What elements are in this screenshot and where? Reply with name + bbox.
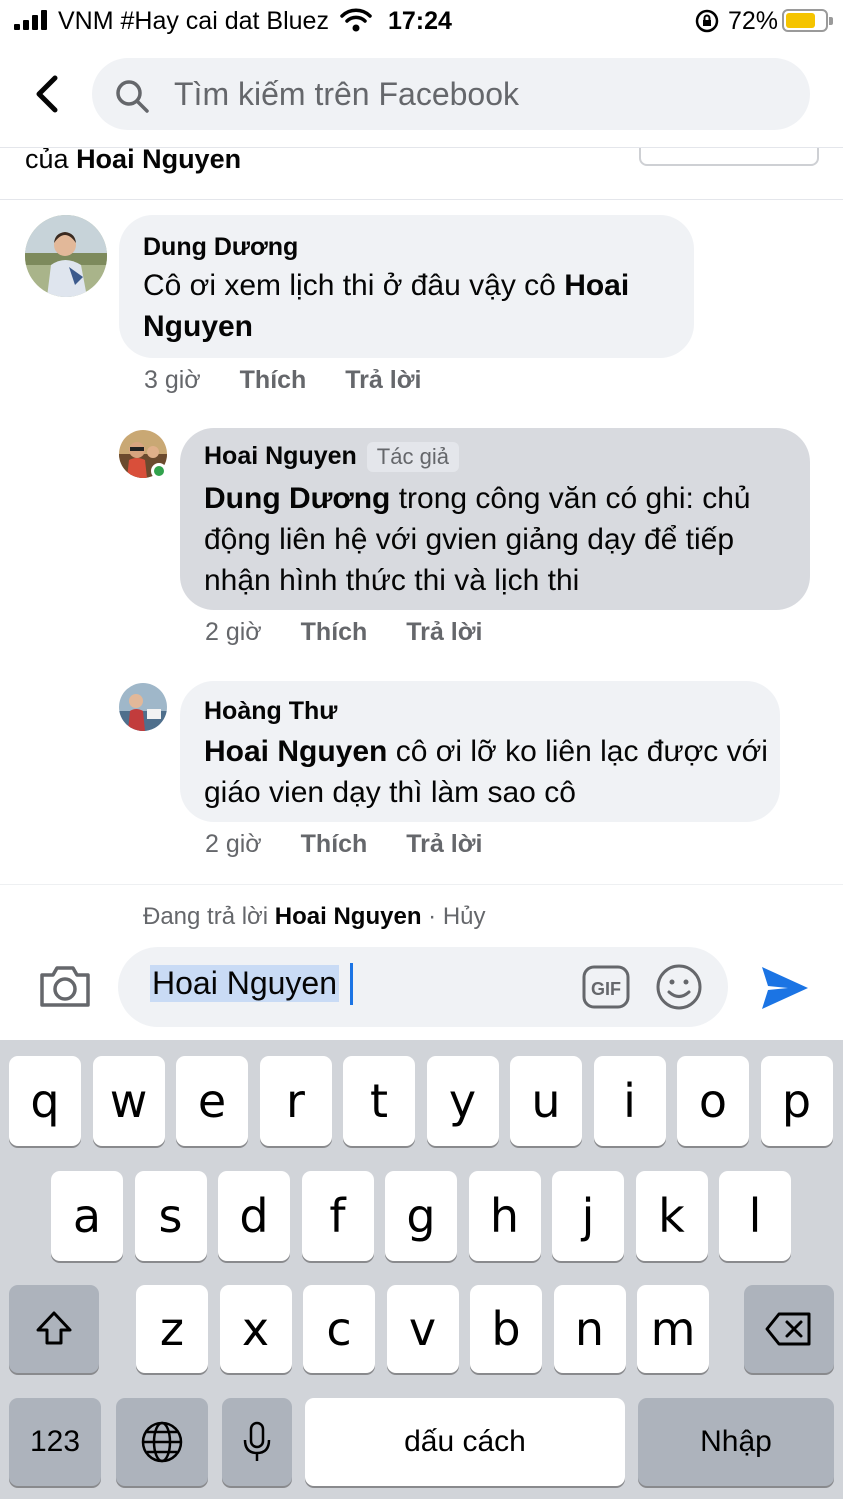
cancel-reply-button[interactable]: Hủy — [443, 903, 486, 930]
key-x[interactable]: x — [219, 1285, 292, 1373]
key-e[interactable]: e — [176, 1056, 248, 1146]
back-arrow-icon[interactable] — [28, 72, 68, 116]
key-z[interactable]: z — [136, 1285, 208, 1373]
comment-actions: 3 giờ Thích Trả lời — [144, 366, 453, 395]
delete-key[interactable] — [744, 1285, 834, 1373]
post-owner-name[interactable]: Hoai Nguyen — [76, 148, 241, 174]
comment-bubble[interactable]: Hoai Nguyen Tác giả Dung Dương trong công… — [180, 428, 810, 610]
key-r[interactable]: r — [259, 1056, 332, 1146]
replying-to-name: Hoai Nguyen — [274, 903, 422, 930]
globe-key[interactable] — [116, 1398, 208, 1486]
comment-time: 2 giờ — [205, 830, 262, 858]
comment-author[interactable]: Dung Dương — [143, 233, 298, 262]
key-q[interactable]: q — [9, 1056, 81, 1146]
comment-author[interactable]: Hoàng Thư — [204, 697, 337, 726]
comment-text: Cô ơi xem lịch thi ở đâu vậy cô Hoai Ngu… — [143, 269, 630, 343]
wifi-icon — [340, 8, 372, 32]
search-placeholder: Tìm kiếm trên Facebook — [174, 76, 519, 112]
key-p[interactable]: p — [760, 1056, 833, 1146]
comment-bubble[interactable]: Hoàng Thư Hoai Nguyen cô ơi lỡ ko liên l… — [180, 681, 780, 822]
numbers-key[interactable]: 123 — [9, 1398, 101, 1486]
key-b[interactable]: b — [470, 1285, 542, 1373]
comment-text: Hoai Nguyen cô ơi lỡ ko liên lạc được vớ… — [204, 735, 768, 809]
key-f[interactable]: f — [301, 1171, 374, 1261]
search-input[interactable]: Tìm kiếm trên Facebook — [92, 58, 810, 130]
key-n[interactable]: n — [553, 1285, 626, 1373]
like-button[interactable]: Thích — [301, 618, 368, 647]
post-owner-text: của Hoai Nguyen — [25, 148, 241, 175]
avatar[interactable] — [25, 215, 107, 297]
rotation-lock-icon — [695, 9, 719, 33]
key-t[interactable]: t — [343, 1056, 415, 1146]
key-o[interactable]: o — [677, 1056, 749, 1146]
comment-actions: 2 giờ Thích Trả lời — [205, 618, 514, 647]
key-l[interactable]: l — [719, 1171, 791, 1261]
key-u[interactable]: u — [510, 1056, 582, 1146]
send-icon[interactable] — [758, 963, 812, 1013]
comment-actions: 2 giờ Thích Trả lời — [205, 830, 514, 859]
clock: 17:24 — [388, 7, 452, 35]
key-w[interactable]: w — [92, 1056, 165, 1146]
space-key[interactable]: dấu cách — [305, 1398, 625, 1486]
comment-text: Dung Dương trong công văn có ghi: chủ độ… — [204, 482, 751, 597]
mention-link[interactable]: Dung Dương — [204, 482, 390, 515]
shift-key[interactable] — [9, 1285, 99, 1373]
replying-indicator: Đang trả lời Hoai Nguyen · Hủy — [143, 903, 486, 930]
reply-button[interactable]: Trả lời — [345, 366, 421, 395]
author-badge: Tác giả — [366, 442, 459, 472]
key-k[interactable]: k — [635, 1171, 708, 1261]
key-s[interactable]: s — [134, 1171, 207, 1261]
battery-percentage: 72% — [728, 7, 779, 35]
comment-author: Hoai Nguyen Tác giả — [204, 442, 459, 472]
comment-time: 3 giờ — [144, 366, 201, 394]
reply-button[interactable]: Trả lời — [406, 830, 482, 859]
return-key[interactable]: Nhập — [638, 1398, 834, 1486]
mention-link[interactable]: Hoai Nguyen — [204, 735, 387, 768]
search-icon — [116, 80, 149, 113]
comment-input[interactable]: Hoai Nguyen GIF — [118, 947, 728, 1027]
comment-bubble[interactable]: Dung Dương Cô ơi xem lịch thi ở đâu vậy … — [119, 215, 694, 358]
follow-button-partial[interactable] — [639, 148, 819, 166]
cellular-signal-icon — [14, 10, 50, 30]
key-m[interactable]: m — [637, 1285, 709, 1373]
microphone-icon — [243, 1421, 271, 1461]
microphone-key[interactable] — [222, 1398, 292, 1486]
battery-icon — [782, 9, 833, 32]
post-context-row: của Hoai Nguyen — [0, 148, 843, 200]
camera-icon[interactable] — [38, 963, 92, 1009]
key-a[interactable]: a — [51, 1171, 123, 1261]
online-status-icon — [151, 463, 167, 479]
gif-icon[interactable]: GIF — [582, 965, 630, 1009]
key-i[interactable]: i — [593, 1056, 666, 1146]
like-button[interactable]: Thích — [301, 830, 368, 859]
status-bar: VNM #Hay cai dat Bluez 17:24 72% — [0, 0, 843, 44]
search-header: Tìm kiếm trên Facebook — [0, 44, 843, 148]
shift-arrow-icon — [36, 1311, 72, 1345]
carrier-name: VNM #Hay cai dat Bluez — [58, 7, 329, 35]
reply-button[interactable]: Trả lời — [406, 618, 482, 647]
emoji-icon[interactable] — [655, 963, 703, 1011]
key-v[interactable]: v — [386, 1285, 459, 1373]
like-button[interactable]: Thích — [240, 366, 307, 395]
key-h[interactable]: h — [468, 1171, 541, 1261]
reply-composer: Đang trả lời Hoai Nguyen · Hủy Hoai Nguy… — [0, 884, 843, 1040]
key-j[interactable]: j — [552, 1171, 624, 1261]
avatar[interactable] — [119, 683, 167, 731]
battery-level-fill — [786, 13, 815, 28]
keyboard: qwertyuiop asdfghjkl zxcvbnm 123 dấu các… — [0, 1040, 843, 1499]
backspace-icon — [765, 1312, 811, 1346]
key-g[interactable]: g — [385, 1171, 457, 1261]
key-c[interactable]: c — [303, 1285, 375, 1373]
key-y[interactable]: y — [426, 1056, 499, 1146]
gif-label: GIF — [591, 979, 621, 999]
globe-icon — [141, 1421, 183, 1463]
comment-input-value: Hoai Nguyen — [150, 965, 339, 1002]
key-d[interactable]: d — [218, 1171, 290, 1261]
comment-time: 2 giờ — [205, 618, 262, 646]
text-cursor — [350, 963, 353, 1005]
